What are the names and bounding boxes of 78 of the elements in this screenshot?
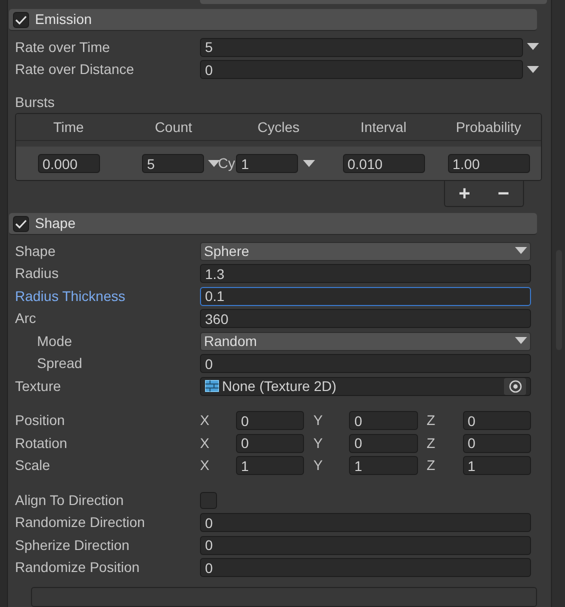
axis-label: Y bbox=[313, 411, 324, 430]
object-field[interactable]: None (Texture 2D) bbox=[200, 376, 531, 396]
field-label: Bursts bbox=[15, 92, 55, 112]
curve-menu-icon[interactable] bbox=[527, 43, 539, 52]
cycles-field[interactable]: 1 bbox=[236, 154, 298, 173]
field-label: Position bbox=[15, 412, 65, 428]
number-field[interactable]: 1.3 bbox=[200, 264, 531, 284]
axis-label: Z bbox=[426, 411, 436, 430]
field-label: Mode bbox=[37, 332, 72, 349]
axis-label: Z bbox=[426, 456, 436, 476]
texture-icon bbox=[205, 380, 219, 392]
axis-label: X bbox=[200, 411, 210, 430]
axis-label: Y bbox=[313, 434, 324, 453]
section-header[interactable]: Emission bbox=[9, 9, 537, 31]
field-label: Spread bbox=[37, 355, 82, 372]
axis-label: X bbox=[200, 456, 210, 476]
field-label: Radius bbox=[15, 265, 59, 282]
axis-label: X bbox=[200, 434, 210, 453]
curve-menu-icon[interactable] bbox=[527, 66, 539, 74]
field-label: Texture bbox=[15, 378, 61, 394]
number-field[interactable]: 0.1 bbox=[200, 286, 531, 306]
field-label: Arc bbox=[15, 310, 36, 326]
field-label: Rotation bbox=[15, 434, 68, 451]
number-field[interactable]: 1 bbox=[236, 456, 304, 476]
number-field[interactable]: 0 bbox=[200, 60, 523, 80]
section-checkbox[interactable] bbox=[13, 12, 29, 28]
dropdown-arrow-icon[interactable] bbox=[515, 337, 527, 346]
field-label: Spherize Direction bbox=[15, 536, 130, 553]
interval-field[interactable]: 0.010 bbox=[342, 154, 424, 173]
number-field[interactable]: 0 bbox=[200, 536, 531, 555]
section-checkbox[interactable] bbox=[13, 216, 29, 232]
field-label: Align To Direction bbox=[15, 492, 124, 508]
number-field[interactable]: 5 bbox=[200, 38, 523, 57]
number-field[interactable]: 360 bbox=[200, 309, 531, 328]
target-icon bbox=[508, 380, 522, 393]
field-label: Rate over Time bbox=[15, 38, 111, 57]
axis-label: Y bbox=[313, 456, 324, 476]
count-field[interactable]: 5 bbox=[142, 154, 204, 173]
number-field[interactable]: 0 bbox=[236, 434, 304, 453]
checkbox[interactable] bbox=[200, 492, 217, 509]
number-field[interactable]: 0 bbox=[200, 558, 531, 578]
field-label: Randomize Position bbox=[15, 559, 140, 576]
dropdown-arrow-icon[interactable] bbox=[515, 247, 527, 256]
number-field[interactable]: 0 bbox=[462, 411, 531, 430]
remove-burst-button[interactable]: − bbox=[494, 184, 512, 204]
section-header[interactable]: Shape bbox=[9, 213, 537, 235]
cycles-prefix: Cy bbox=[218, 154, 236, 173]
add-burst-button[interactable]: + bbox=[456, 184, 474, 204]
number-field[interactable]: 0 bbox=[349, 434, 418, 453]
column-header: Count bbox=[154, 118, 192, 136]
checkmark-icon bbox=[15, 218, 27, 228]
field-label: Rate over Distance bbox=[15, 60, 136, 80]
dropdown-arrow-icon[interactable] bbox=[208, 160, 220, 168]
number-field[interactable]: 0 bbox=[462, 434, 531, 453]
number-field[interactable]: 1 bbox=[462, 456, 531, 476]
dropdown-arrow-icon[interactable] bbox=[303, 160, 316, 168]
section-title: Emission bbox=[35, 10, 92, 29]
axis-label: Z bbox=[426, 434, 436, 453]
time-field[interactable]: 0.000 bbox=[38, 154, 100, 173]
number-field[interactable]: 0 bbox=[349, 411, 418, 430]
field-label: Randomize Direction bbox=[15, 514, 145, 530]
column-header: Cycles bbox=[257, 118, 300, 137]
number-field[interactable]: 0 bbox=[200, 354, 531, 374]
column-header: Time bbox=[53, 118, 84, 136]
field-label: Radius Thickness bbox=[15, 288, 126, 304]
field-label: Shape bbox=[15, 242, 56, 259]
field-label: Scale bbox=[15, 457, 50, 474]
probability-field[interactable]: 1.00 bbox=[448, 154, 530, 173]
number-field[interactable]: 0 bbox=[200, 513, 531, 532]
object-picker-button[interactable] bbox=[504, 378, 526, 395]
dropdown-field[interactable]: Random bbox=[200, 332, 531, 351]
number-field[interactable]: 0 bbox=[236, 411, 304, 430]
checkmark-icon bbox=[15, 14, 27, 24]
column-header: Interval bbox=[360, 118, 406, 136]
dropdown-field[interactable]: Sphere bbox=[200, 242, 531, 261]
column-header: Probability bbox=[456, 118, 522, 137]
number-field[interactable]: 1 bbox=[349, 456, 418, 476]
section-title: Shape bbox=[35, 214, 76, 233]
